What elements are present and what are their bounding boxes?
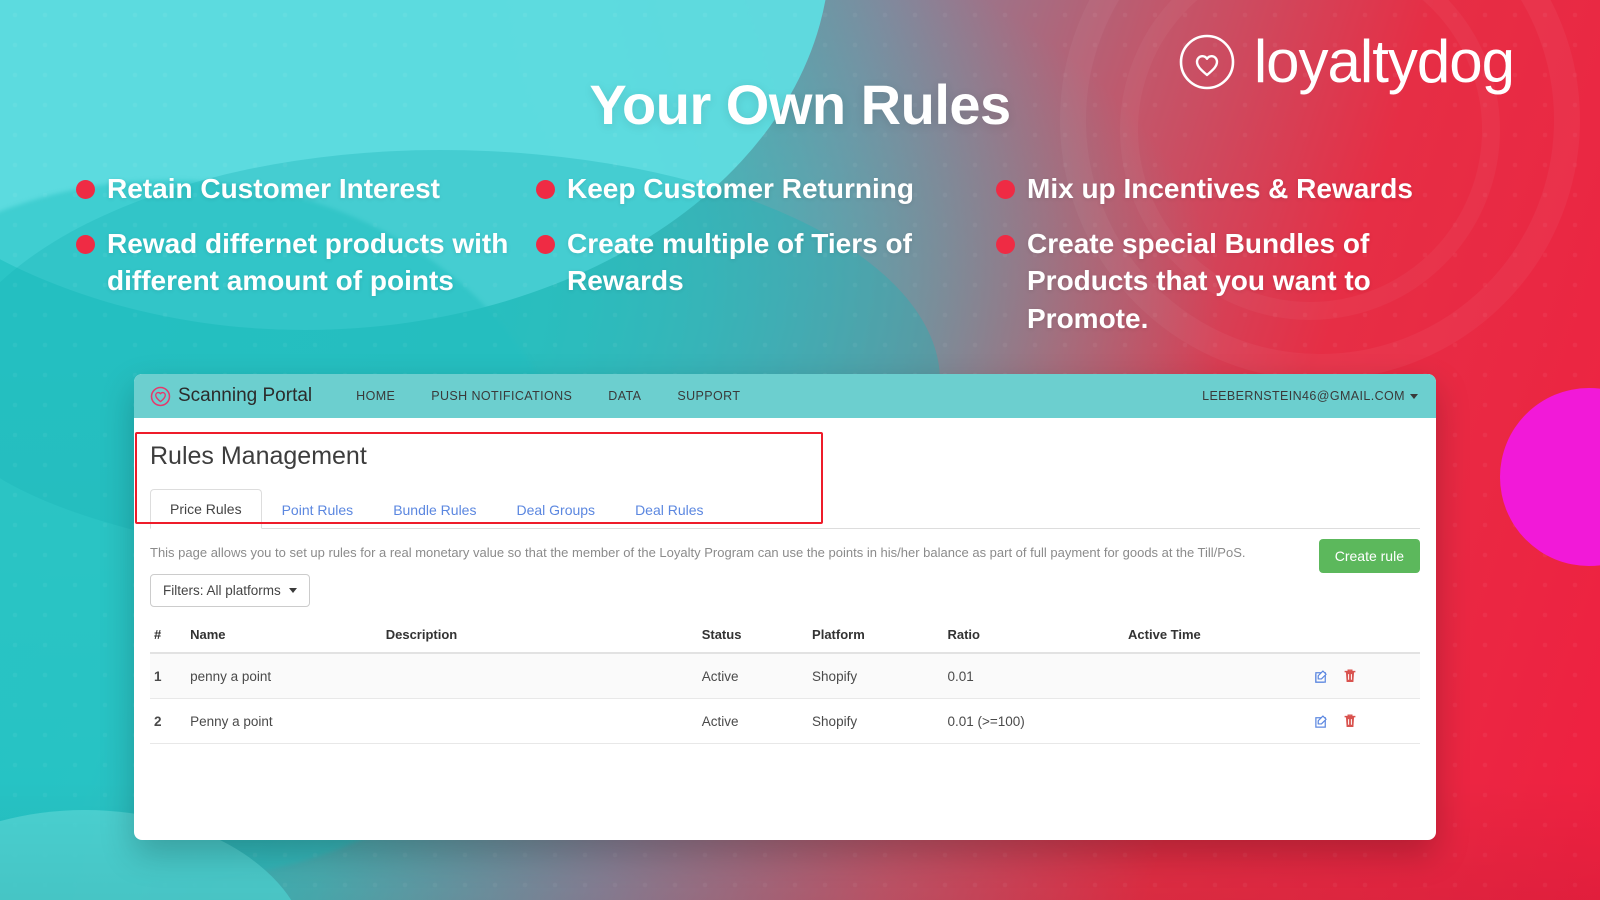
trash-icon[interactable]: [1343, 713, 1357, 729]
th-status: Status: [697, 621, 809, 655]
edit-icon[interactable]: [1314, 669, 1329, 684]
cell-actions: [1309, 653, 1420, 700]
table-header-row: # Name Description Status Platform Ratio…: [150, 621, 1420, 655]
app-page-body: Rules Management Price Rules Point Rules…: [134, 418, 1436, 745]
bullet-dot-icon: [536, 235, 555, 255]
cell-platform: Shopify: [808, 698, 944, 745]
loyaltydog-mark-icon: [150, 386, 171, 407]
th-number: #: [150, 621, 187, 655]
create-rule-button[interactable]: Create rule: [1318, 539, 1420, 573]
bullet-dot-icon: [536, 180, 555, 199]
cell-number: 2: [150, 698, 187, 745]
bullet-column-2: Keep Customer Returning Create multiple …: [536, 170, 996, 355]
rules-table-head: # Name Description Status Platform Ratio…: [150, 621, 1420, 655]
bullet-item: Create special Bundles of Products that …: [996, 225, 1482, 337]
th-active-time: Active Time: [1124, 621, 1310, 655]
bullet-column-1: Retain Customer Interest Rewad differnet…: [76, 170, 536, 355]
nav-link-home[interactable]: HOME: [338, 389, 413, 403]
row-action-group: [1314, 713, 1416, 729]
feature-bullets: Retain Customer Interest Rewad differnet…: [76, 170, 1524, 355]
cell-name: penny a point: [186, 653, 382, 700]
tab-deal-groups[interactable]: Deal Groups: [496, 490, 615, 529]
bullet-item: Rewad differnet products with different …: [76, 225, 522, 299]
th-name: Name: [186, 621, 382, 655]
table-row: 1 penny a point Active Shopify 0.01: [150, 653, 1420, 700]
row-action-group: [1314, 668, 1416, 684]
tab-bundle-rules[interactable]: Bundle Rules: [373, 490, 496, 529]
bullet-text: Create special Bundles of Products that …: [1027, 228, 1371, 334]
th-description: Description: [381, 621, 698, 655]
bullet-dot-icon: [996, 235, 1015, 255]
navbar-user-menu[interactable]: LEEBERNSTEIN46@GMAIL.COM: [1202, 389, 1418, 403]
bullet-item: Mix up Incentives & Rewards: [996, 170, 1482, 207]
bullet-item: Keep Customer Returning: [536, 170, 982, 207]
chevron-down-icon: [1410, 393, 1418, 399]
navbar-brand-label: Scanning Portal: [178, 385, 313, 406]
app-window-screenshot: Scanning Portal HOME PUSH NOTIFICATIONS …: [134, 374, 1436, 840]
th-platform: Platform: [808, 621, 944, 655]
rules-table: # Name Description Status Platform Ratio…: [150, 621, 1420, 745]
cell-active-time: [1124, 653, 1310, 700]
tab-deal-rules[interactable]: Deal Rules: [615, 490, 723, 529]
page-title: Rules Management: [150, 442, 367, 470]
bullet-item: Retain Customer Interest: [76, 170, 522, 207]
cell-ratio: 0.01: [943, 653, 1125, 700]
cell-description: [381, 698, 698, 745]
th-ratio: Ratio: [943, 621, 1125, 655]
cell-status: Active: [697, 653, 809, 700]
app-navbar: Scanning Portal HOME PUSH NOTIFICATIONS …: [134, 374, 1436, 418]
page-headline: Your Own Rules: [589, 73, 1011, 136]
tab-price-rules[interactable]: Price Rules: [150, 489, 262, 529]
description-row: This page allows you to set up rules for…: [150, 529, 1420, 573]
cell-number: 1: [150, 653, 187, 700]
bullet-text: Rewad differnet products with different …: [107, 228, 509, 297]
cell-description: [381, 653, 698, 700]
platform-filter-label: Filters: All platforms: [163, 583, 281, 599]
bullet-text: Retain Customer Interest: [107, 173, 440, 204]
cell-ratio: 0.01 (>=100): [943, 698, 1125, 745]
bullet-text: Mix up Incentives & Rewards: [1027, 173, 1413, 204]
navbar-links: HOME PUSH NOTIFICATIONS DATA SUPPORT: [338, 389, 758, 403]
trash-icon[interactable]: [1343, 668, 1357, 684]
navbar-brand[interactable]: Scanning Portal: [150, 385, 312, 407]
bullet-text: Keep Customer Returning: [567, 173, 914, 204]
bullet-dot-icon: [76, 235, 95, 255]
page-description: This page allows you to set up rules for…: [150, 545, 1246, 560]
nav-link-push-notifications[interactable]: PUSH NOTIFICATIONS: [413, 389, 590, 403]
bullet-item: Create multiple of Tiers of Rewards: [536, 225, 982, 299]
tab-list: Price Rules Point Rules Bundle Rules Dea…: [150, 489, 1420, 529]
cell-status: Active: [697, 698, 809, 745]
th-actions: [1309, 621, 1420, 655]
cell-platform: Shopify: [808, 653, 944, 700]
nav-link-data[interactable]: DATA: [590, 389, 659, 403]
bullet-column-3: Mix up Incentives & Rewards Create speci…: [996, 170, 1496, 355]
platform-filter-dropdown[interactable]: Filters: All platforms: [150, 574, 310, 608]
navbar-user-email: LEEBERNSTEIN46@GMAIL.COM: [1202, 389, 1405, 403]
chevron-down-icon: [288, 588, 297, 594]
tab-point-rules[interactable]: Point Rules: [262, 490, 374, 529]
bullet-dot-icon: [76, 180, 95, 199]
tabs-container: Price Rules Point Rules Bundle Rules Dea…: [135, 432, 1420, 529]
cell-active-time: [1124, 698, 1310, 745]
cell-actions: [1309, 698, 1420, 745]
rules-table-body: 1 penny a point Active Shopify 0.01 2 Pe…: [150, 653, 1420, 745]
cell-name: Penny a point: [186, 698, 382, 745]
bullet-dot-icon: [996, 180, 1015, 199]
bullet-text: Create multiple of Tiers of Rewards: [567, 228, 912, 297]
edit-icon[interactable]: [1314, 714, 1329, 729]
table-row: 2 Penny a point Active Shopify 0.01 (>=1…: [150, 698, 1420, 745]
nav-link-support[interactable]: SUPPORT: [659, 389, 758, 403]
